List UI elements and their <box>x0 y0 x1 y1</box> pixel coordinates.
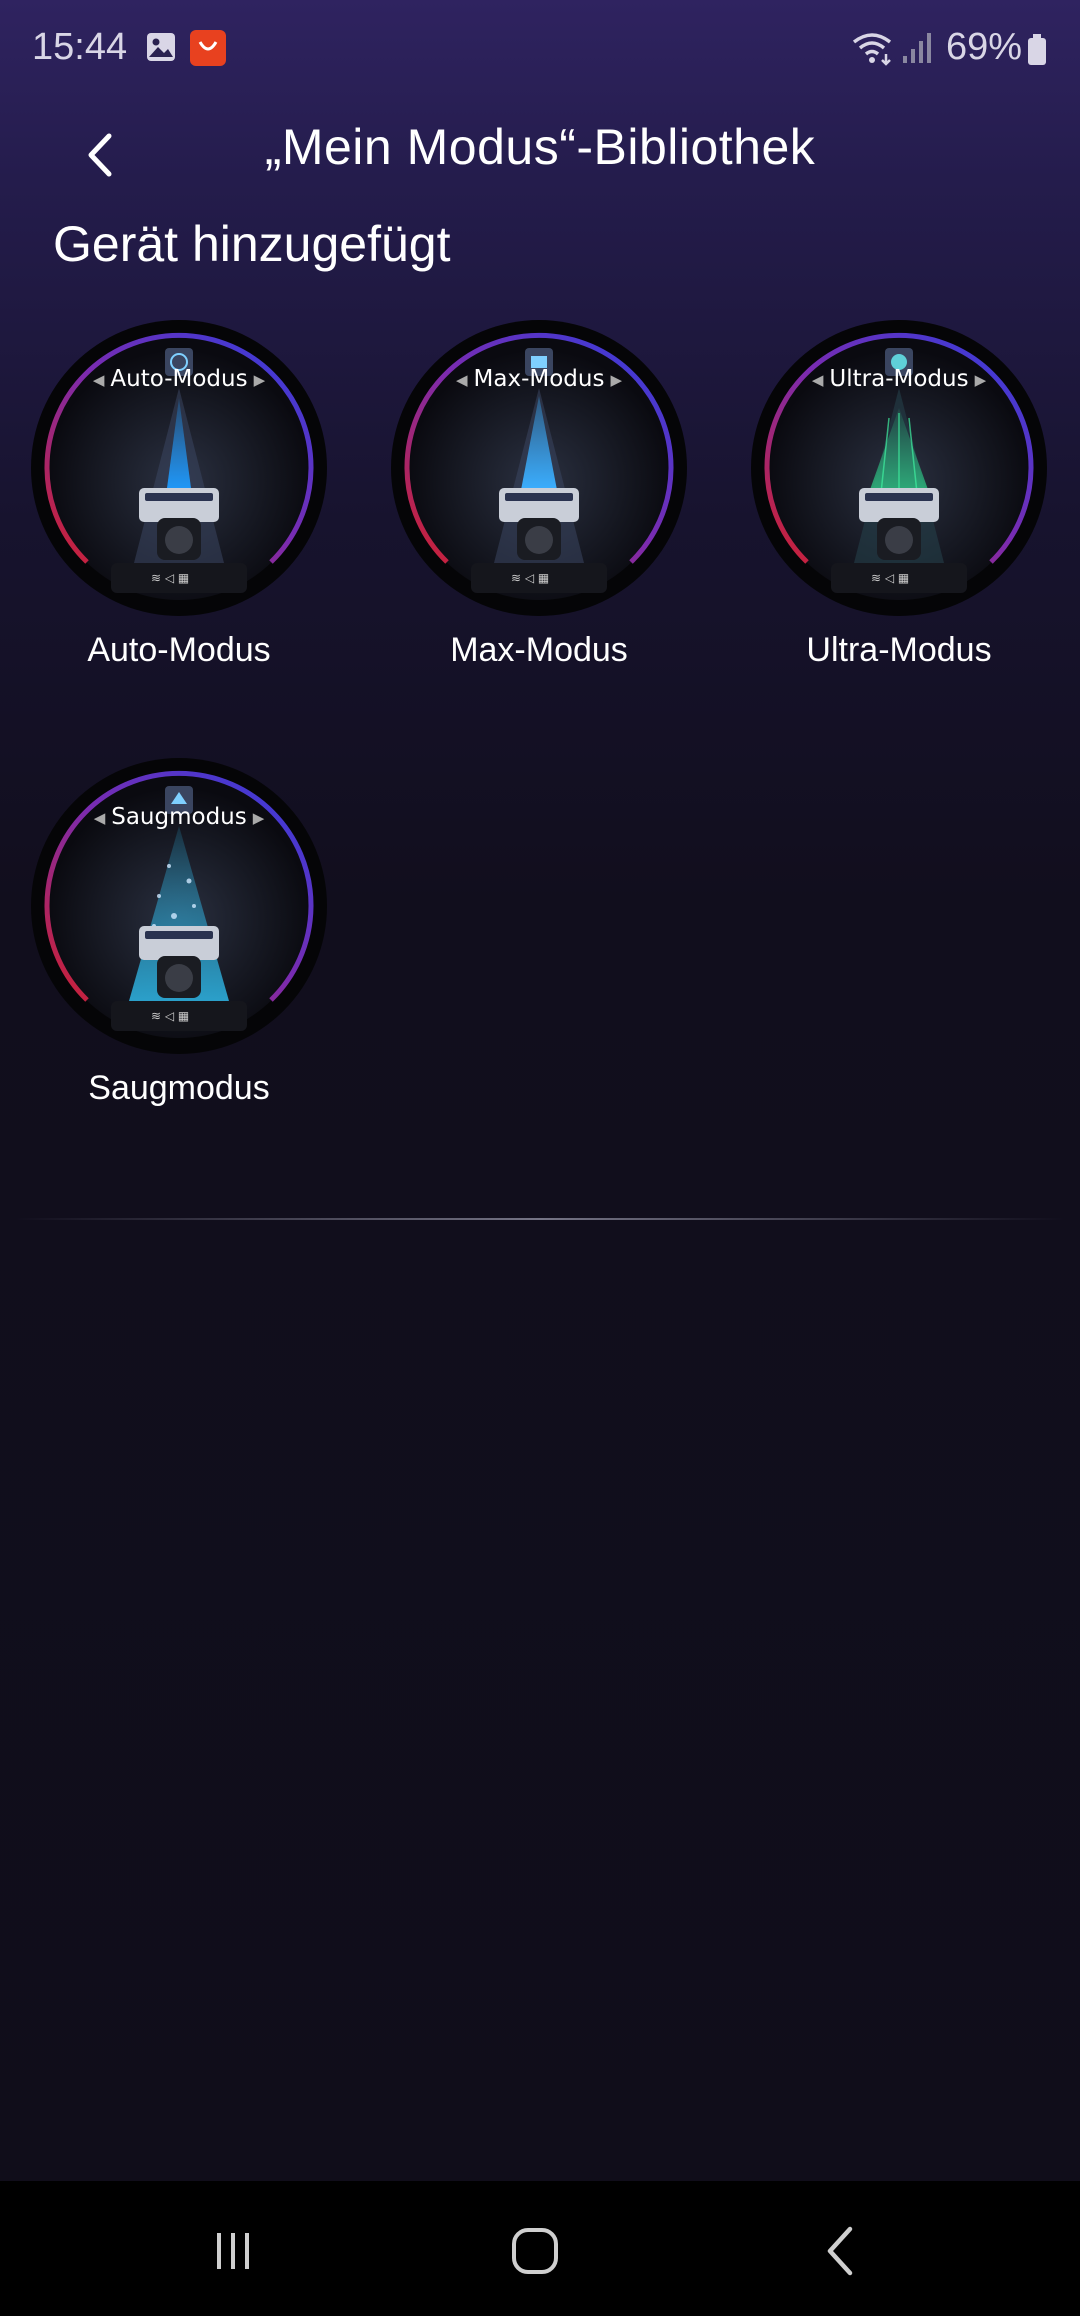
dial-next-arrow-icon: ▶ <box>252 808 265 827</box>
recent-apps-icon <box>217 2233 249 2269</box>
mode-card-ultra[interactable]: ≋ ◁ ▦ ◀ Ultra-Modus ▶ Ultra-Modus <box>749 318 1049 698</box>
mode-card-auto[interactable]: ≋ ◁ ▦ ◀ Auto-Modus ▶ Auto-Modus <box>29 318 329 698</box>
aliexpress-icon <box>190 30 226 66</box>
dial-next-arrow-icon: ▶ <box>974 370 987 389</box>
dial-prev-arrow-icon: ◀ <box>93 808 106 827</box>
dial-next-arrow-icon: ▶ <box>610 370 623 389</box>
mode-card-saug[interactable]: ≋ ◁ ▦ ◀ Saugmodus ▶ Saugmodus <box>29 756 329 1136</box>
dial-prev-arrow-icon: ◀ <box>92 370 105 389</box>
gallery-icon <box>147 33 175 61</box>
battery-icon <box>1028 34 1046 65</box>
saug-mode-dial-image: ≋ ◁ ▦ <box>31 758 327 1054</box>
section-title: Gerät hinzugefügt <box>53 216 451 272</box>
mode-label: Max-Modus <box>450 631 628 669</box>
divider <box>15 1218 1065 1220</box>
dial-prev-arrow-icon: ◀ <box>455 370 468 389</box>
home-icon <box>512 2228 558 2274</box>
dial-mode-name: ◀ Max-Modus ▶ <box>455 366 623 392</box>
wifi-icon <box>852 33 892 66</box>
dial-prev-arrow-icon: ◀ <box>811 370 824 389</box>
system-back-button[interactable] <box>805 2216 875 2286</box>
dial-mode-name: ◀ Auto-Modus ▶ <box>92 366 266 392</box>
dial-next-arrow-icon: ▶ <box>253 370 266 389</box>
svg-text:≋ ◁ ▦: ≋ ◁ ▦ <box>871 571 909 585</box>
back-icon <box>827 2226 853 2276</box>
max-mode-dial-image: ≋ ◁ ▦ <box>391 320 687 616</box>
navigation-bar <box>0 2181 1080 2316</box>
mode-card-max[interactable]: ≋ ◁ ▦ ◀ Max-Modus ▶ Max-Modus <box>389 318 689 698</box>
dial-mode-name: ◀ Saugmodus ▶ <box>93 804 265 830</box>
svg-text:≋ ◁ ▦: ≋ ◁ ▦ <box>151 1009 189 1023</box>
auto-mode-dial-image: ≋ ◁ ▦ <box>31 320 327 616</box>
status-bar: 15:44 69% <box>0 0 1080 100</box>
mode-label: Auto-Modus <box>87 631 271 669</box>
home-button[interactable] <box>500 2216 570 2286</box>
svg-text:≋ ◁ ▦: ≋ ◁ ▦ <box>151 571 189 585</box>
mode-label: Ultra-Modus <box>806 631 992 669</box>
dial-mode-name: ◀ Ultra-Modus ▶ <box>811 366 987 392</box>
ultra-mode-dial-image: ≋ ◁ ▦ <box>751 320 1047 616</box>
recent-apps-button[interactable] <box>198 2216 268 2286</box>
status-time: 15:44 <box>32 26 128 68</box>
mode-label: Saugmodus <box>88 1069 270 1107</box>
header: „Mein Modus“-Bibliothek <box>0 110 1080 210</box>
page-title: „Mein Modus“-Bibliothek <box>264 119 816 175</box>
battery-percentage: 69% <box>946 26 1023 68</box>
signal-icon <box>903 33 931 63</box>
svg-text:≋ ◁ ▦: ≋ ◁ ▦ <box>511 571 549 585</box>
